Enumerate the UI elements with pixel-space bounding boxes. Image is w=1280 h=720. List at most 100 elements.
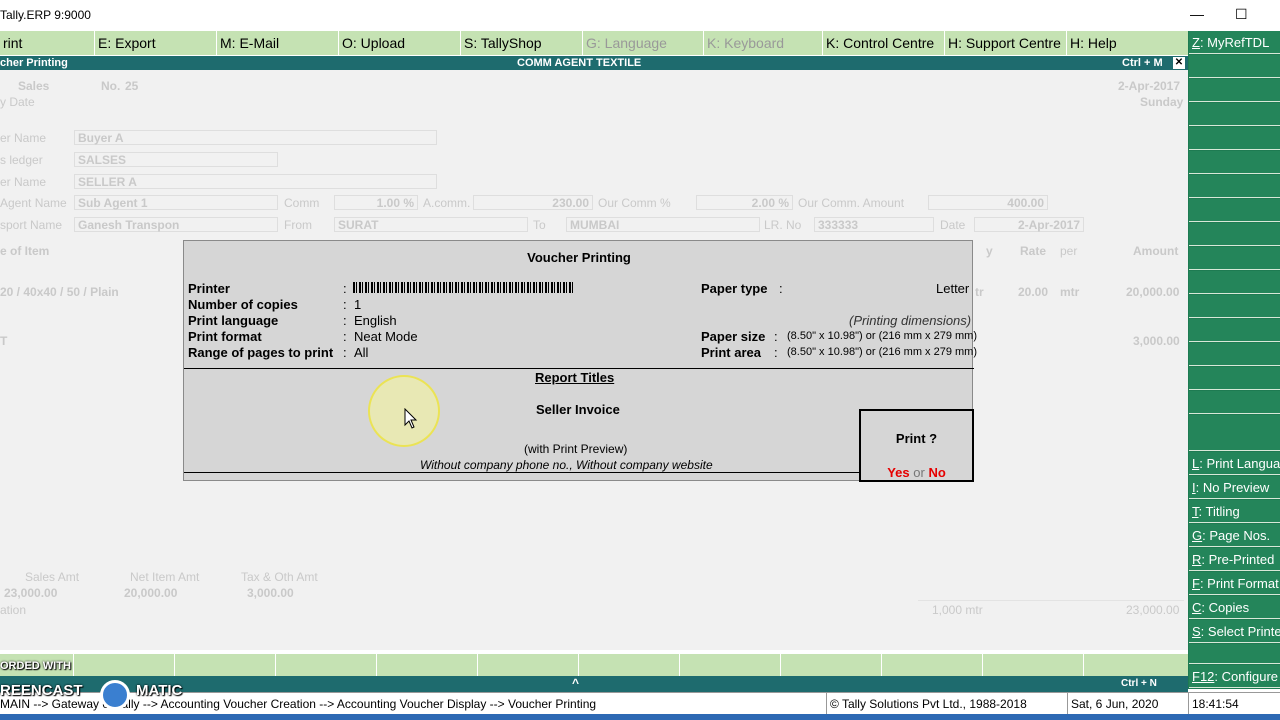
copies-value[interactable]: 1 (354, 297, 361, 312)
ledger-label: s ledger (0, 153, 43, 167)
sidebar-print-format[interactable]: F: Print Format (1189, 572, 1280, 595)
minimize-button[interactable]: — (1190, 6, 1204, 22)
menu-upload[interactable]: O: Upload (338, 31, 460, 55)
or-text: or (913, 465, 925, 480)
bottom-button-1[interactable] (73, 654, 174, 676)
narration-label: ation (0, 603, 27, 617)
sidebar-copies[interactable]: C: Copies (1189, 596, 1280, 619)
bottom-button-11[interactable] (1083, 654, 1188, 676)
tax-value: 3,000.00 (247, 586, 294, 600)
menu-tallyshop[interactable]: S: TallyShop (460, 31, 582, 55)
dialog-bottom-divider (184, 472, 860, 473)
agent-value: Sub Agent 1 (78, 196, 148, 210)
printer-name-value[interactable] (353, 282, 575, 293)
sidebar-select-printer-key: S (1192, 624, 1201, 639)
bottom-button-10[interactable] (982, 654, 1083, 676)
company-note: Without company phone no., Without compa… (420, 458, 713, 472)
sidebar-configure[interactable]: F12: Configure (1189, 665, 1280, 688)
sidebar-print-language[interactable]: L: Print Language (1189, 452, 1280, 475)
menu-support-centre-key: H (948, 35, 959, 51)
copyright: © Tally Solutions Pvt Ltd., 1988-2018 (830, 697, 1027, 711)
to-value: MUMBAI (570, 218, 620, 232)
buyer-value: Buyer A (78, 131, 124, 145)
total-qty: 1,000 mtr (932, 603, 983, 617)
yes-button[interactable]: Yes (887, 465, 909, 480)
voucher-no: 25 (125, 79, 139, 93)
sidebar-pre-printed[interactable]: R: Pre-Printed (1189, 548, 1280, 571)
paper-type-value: Letter (936, 281, 970, 296)
seller-value: SELLER A (78, 175, 137, 189)
menu-help[interactable]: H: Help (1066, 31, 1188, 55)
menu-tallyshop-key: S (464, 35, 474, 51)
close-icon[interactable]: ✕ (1173, 57, 1185, 69)
no-button[interactable]: No (928, 465, 945, 480)
item-2-amount: 3,000.00 (1133, 334, 1180, 348)
right-button-panel: Z: MyRefTDL L: Print Language I: No Prev… (1188, 31, 1280, 689)
menu-export[interactable]: E: Export (94, 31, 216, 55)
menu-keyboard[interactable]: K: Keyboard (703, 31, 822, 55)
bottom-button-5[interactable] (477, 654, 578, 676)
screencast-logo-icon (100, 680, 130, 710)
sidebar-page-nos-label: : Page Nos. (1202, 528, 1271, 543)
screen-header: cher Printing COMM AGENT TEXTILE Ctrl + … (0, 56, 1188, 70)
sidebar-empty-15 (1189, 391, 1280, 414)
sidebar-myreftdl-label: : MyRefTDL (1199, 35, 1270, 50)
range-value[interactable]: All (354, 345, 368, 360)
bottom-button-3[interactable] (275, 654, 376, 676)
colon: : (774, 329, 778, 344)
bottom-button-9[interactable] (881, 654, 982, 676)
language-value[interactable]: English (354, 313, 397, 328)
range-label: Range of pages to print (188, 345, 334, 360)
menu-tallyshop-label: : TallyShop (473, 35, 542, 51)
menu-support-centre[interactable]: H: Support Centre (944, 31, 1066, 55)
from-field: SURAT (334, 217, 528, 232)
menu-control-centre[interactable]: K: Control Centre (822, 31, 944, 55)
menu-language[interactable]: G: Language (582, 31, 703, 55)
our-comm-amt-value: 400.00 (1007, 196, 1044, 210)
lr-date-field: 2-Apr-2017 (974, 217, 1084, 232)
dialog-title: Voucher Printing (527, 250, 631, 265)
sidebar-print-format-label: : Print Format (1199, 576, 1279, 591)
sidebar-page-nos[interactable]: G: Page Nos. (1189, 524, 1280, 547)
sidebar-empty-9 (1189, 247, 1280, 270)
sidebar-print-format-key: F (1192, 576, 1200, 591)
our-comm-pct-value: 2.00 % (751, 196, 789, 210)
sidebar-empty-7 (1189, 199, 1280, 222)
sidebar-myreftdl[interactable]: Z: MyRefTDL (1189, 31, 1280, 54)
report-title-value: Seller Invoice (536, 402, 620, 417)
colon: : (343, 297, 347, 312)
sidebar-print-language-label: : Print Language (1199, 456, 1280, 471)
bottom-button-4[interactable] (376, 654, 477, 676)
colon: : (343, 329, 347, 344)
title-bar: Tally.ERP 9:9000 — ☐ (0, 0, 1280, 30)
language-label: Print language (188, 313, 279, 328)
bottom-button-8[interactable] (780, 654, 881, 676)
sidebar-select-printer[interactable]: S: Select Printer (1189, 620, 1280, 643)
menu-email[interactable]: M: E-Mail (216, 31, 338, 55)
voucher-type: Sales (18, 79, 50, 93)
transport-label: sport Name (0, 218, 63, 232)
col-per-header: per (1060, 244, 1078, 258)
scroll-up-icon[interactable]: ^ (572, 676, 579, 690)
print-confirm-box: Print ? Yes or No (859, 409, 974, 482)
bottom-button-2[interactable] (174, 654, 275, 676)
bottom-button-7[interactable] (679, 654, 780, 676)
bottom-button-6[interactable] (578, 654, 679, 676)
maximize-button[interactable]: ☐ (1235, 6, 1248, 23)
menu-help-key: H (1070, 35, 1081, 51)
sidebar-titling[interactable]: T: Titling (1189, 500, 1280, 523)
report-titles-heading: Report Titles (535, 370, 615, 385)
menu-support-centre-label: : Support Centre (958, 35, 1061, 51)
item-1-rate: 20.00 (1018, 285, 1049, 299)
format-value[interactable]: Neat Mode (354, 329, 418, 344)
buyer-label: er Name (0, 131, 47, 145)
bottom-shortcut: Ctrl + N (1121, 678, 1157, 689)
sidebar-select-printer-label: : Select Printer (1200, 624, 1280, 639)
sidebar-no-preview[interactable]: I: No Preview (1189, 476, 1280, 499)
sidebar-empty-14 (1189, 367, 1280, 390)
sidebar-myreftdl-key: Z (1192, 35, 1200, 50)
total-amount: 23,000.00 (1126, 603, 1180, 617)
menu-print[interactable]: rint (0, 31, 94, 55)
colon: : (343, 345, 347, 360)
sidebar-empty-2 (1189, 79, 1280, 102)
